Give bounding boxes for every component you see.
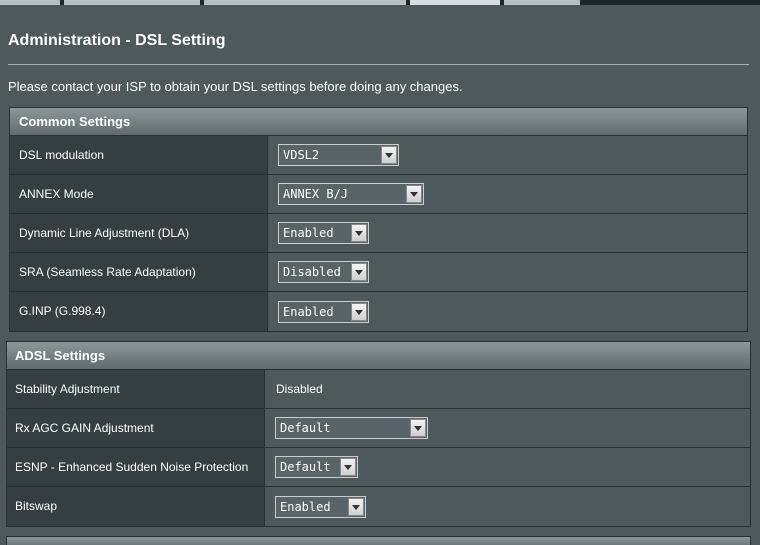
bitswap-value: Enabled xyxy=(280,499,331,514)
annex-mode-value: ANNEX B/J xyxy=(283,187,349,201)
esnp-label: ESNP - Enhanced Sudden Noise Protection xyxy=(7,448,265,486)
row-bitswap: Bitswap Enabled xyxy=(7,487,750,526)
row-dla: Dynamic Line Adjustment (DLA) Enabled xyxy=(10,214,747,253)
dla-select[interactable]: Enabled xyxy=(278,222,369,244)
chevron-down-icon[interactable] xyxy=(340,458,356,476)
bitswap-label: Bitswap xyxy=(7,487,265,526)
next-section-header-edge xyxy=(6,536,751,545)
row-dsl-modulation: DSL modulation VDSL2 xyxy=(10,136,747,175)
row-stability-adjustment: Stability Adjustment Disabled xyxy=(7,370,750,409)
isp-notice: Please contact your ISP to obtain your D… xyxy=(8,79,463,94)
esnp-value: Default xyxy=(280,460,331,474)
chevron-down-icon[interactable] xyxy=(351,224,367,242)
stability-adjustment-value: Disabled xyxy=(276,382,323,396)
rx-agc-gain-label: Rx AGC GAIN Adjustment xyxy=(7,409,265,447)
chevron-down-icon[interactable] xyxy=(410,419,426,437)
chevron-down-icon[interactable] xyxy=(348,497,364,516)
dsl-modulation-value: VDSL2 xyxy=(283,148,320,162)
ginp-label: G.INP (G.998.4) xyxy=(10,292,268,331)
row-annex-mode: ANNEX Mode ANNEX B/J xyxy=(10,175,747,214)
top-tab-1[interactable] xyxy=(0,0,60,5)
top-tab-active[interactable] xyxy=(410,0,500,5)
dsl-modulation-select[interactable]: VDSL2 xyxy=(278,144,399,166)
rx-agc-gain-select[interactable]: Default xyxy=(275,417,428,439)
top-tab-2[interactable] xyxy=(64,0,200,5)
bitswap-select[interactable]: Enabled xyxy=(275,495,366,518)
dla-label: Dynamic Line Adjustment (DLA) xyxy=(10,214,268,252)
annex-mode-select[interactable]: ANNEX B/J xyxy=(278,183,424,205)
chevron-down-icon[interactable] xyxy=(351,302,367,321)
row-sra: SRA (Seamless Rate Adaptation) Disabled xyxy=(10,253,747,292)
stability-adjustment-label: Stability Adjustment xyxy=(7,370,265,408)
common-settings-section: Common Settings DSL modulation VDSL2 ANN… xyxy=(9,107,748,332)
top-tab-5[interactable] xyxy=(504,0,580,5)
rx-agc-gain-value: Default xyxy=(280,421,331,435)
esnp-select[interactable]: Default xyxy=(275,456,358,478)
sra-label: SRA (Seamless Rate Adaptation) xyxy=(10,253,268,291)
adsl-settings-section: ADSL Settings Stability Adjustment Disab… xyxy=(6,341,751,527)
common-settings-header: Common Settings xyxy=(10,108,747,136)
chevron-down-icon[interactable] xyxy=(381,146,397,164)
sra-value: Disabled xyxy=(283,265,341,279)
annex-mode-label: ANNEX Mode xyxy=(10,175,268,213)
adsl-settings-header: ADSL Settings xyxy=(7,342,750,370)
ginp-select[interactable]: Enabled xyxy=(278,300,369,323)
sra-select[interactable]: Disabled xyxy=(278,261,369,283)
chevron-down-icon[interactable] xyxy=(351,263,367,281)
chevron-down-icon[interactable] xyxy=(406,185,422,203)
row-rx-agc-gain: Rx AGC GAIN Adjustment Default xyxy=(7,409,750,448)
ginp-value: Enabled xyxy=(283,304,334,319)
top-tab-3[interactable] xyxy=(204,0,406,5)
page-title: Administration - DSL Setting xyxy=(8,32,226,49)
top-tab-strip xyxy=(0,0,760,5)
dla-value: Enabled xyxy=(283,226,334,240)
dsl-modulation-label: DSL modulation xyxy=(10,136,268,174)
row-ginp: G.INP (G.998.4) Enabled xyxy=(10,292,747,331)
row-esnp: ESNP - Enhanced Sudden Noise Protection … xyxy=(7,448,750,487)
title-divider xyxy=(8,64,749,65)
